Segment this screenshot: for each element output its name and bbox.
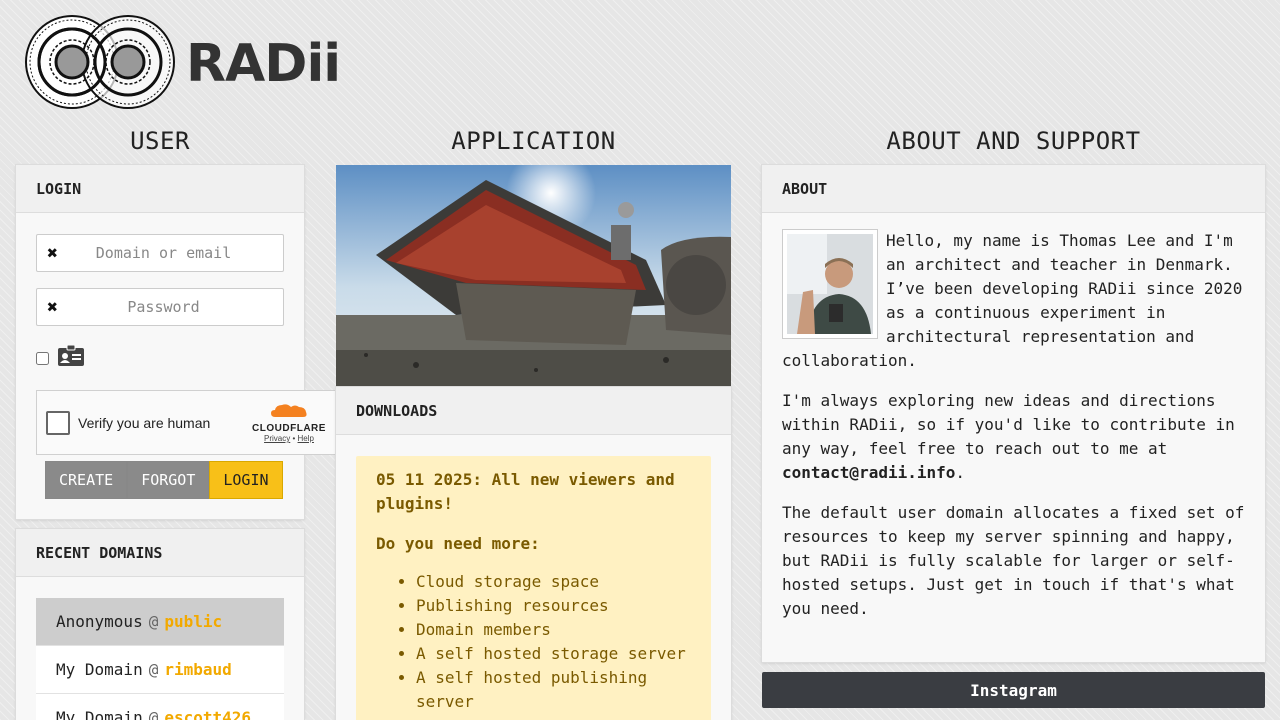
captcha-help-link[interactable]: Help — [298, 434, 314, 443]
domain-user: My Domain — [56, 708, 143, 720]
captcha-label: Verify you are human — [78, 414, 211, 431]
about-resources: The default user domain allocates a fixe… — [782, 503, 1245, 618]
radii-logo[interactable] — [24, 14, 176, 110]
captcha-privacy-link[interactable]: Privacy — [264, 434, 290, 443]
column-title-user: USER — [130, 127, 190, 155]
domain-name: escott426 — [164, 708, 252, 720]
downloads-header: DOWNLOADS — [336, 387, 731, 435]
recent-domains-panel: RECENT DOMAINS Anonymous @ public My Domai… — [16, 529, 304, 720]
list-item: Domain members — [416, 618, 691, 642]
domain-user: Anonymous — [56, 612, 143, 631]
list-item[interactable]: Anonymous @ public — [36, 598, 284, 646]
captcha-checkbox[interactable] — [46, 410, 70, 435]
cloudflare-name: CLOUDFLARE — [252, 423, 326, 434]
downloads-panel: DOWNLOADS 05 11 2025: All new viewers an… — [336, 387, 731, 720]
captcha-link-separator: • — [290, 434, 298, 443]
list-item: A self hosted publishing server — [416, 666, 691, 714]
recent-domains-header: RECENT DOMAINS — [16, 529, 304, 577]
about-header: ABOUT — [762, 165, 1265, 213]
domain-name: public — [164, 612, 223, 631]
contact-email-link[interactable]: contact@radii.info — [782, 463, 955, 482]
cloudflare-cloud-icon — [271, 404, 307, 417]
at-sign: @ — [148, 612, 159, 631]
id-card-row — [36, 344, 85, 371]
password-input[interactable] — [68, 298, 283, 316]
create-button[interactable]: CREATE — [45, 461, 128, 499]
application-hero-image[interactable] — [336, 165, 731, 387]
login-button-group: CREATE FORGOT LOGIN — [45, 461, 283, 499]
clear-icon[interactable]: ✖ — [37, 297, 68, 318]
notice-title: 05 11 2025: All new viewers and plugins! — [376, 470, 675, 513]
cloudflare-brand: CLOUDFLARE Privacy • Help — [249, 402, 329, 443]
login-button[interactable]: LOGIN — [209, 461, 283, 499]
instagram-button[interactable]: Instagram — [762, 672, 1265, 708]
about-contribute-end: . — [955, 463, 966, 482]
at-sign: @ — [148, 708, 159, 720]
feature-list: Cloud storage space Publishing resources… — [376, 570, 691, 714]
downloads-notice: 05 11 2025: All new viewers and plugins!… — [356, 456, 711, 720]
clear-icon[interactable]: ✖ — [37, 243, 68, 264]
domain-name: rimbaud — [164, 660, 232, 679]
about-panel: ABOUT Hello, my name is Thomas Lee and I… — [762, 165, 1265, 662]
list-item: A self hosted storage server — [416, 642, 691, 666]
avatar — [782, 229, 878, 339]
list-item[interactable]: My Domain @ rimbaud — [36, 646, 284, 694]
column-title-application: APPLICATION — [451, 127, 616, 155]
list-item: Cloud storage space — [416, 570, 691, 594]
about-contribute-text: I'm always exploring new ideas and direc… — [782, 391, 1235, 458]
captcha-widget: Verify you are human CLOUDFLARE Privacy … — [36, 390, 336, 455]
remember-checkbox[interactable] — [36, 351, 49, 365]
notice-subtitle: Do you need more: — [376, 534, 540, 553]
domain-input[interactable] — [68, 244, 283, 262]
forgot-button[interactable]: FORGOT — [127, 461, 210, 499]
brand-name[interactable]: RADii — [186, 34, 341, 94]
list-item: Publishing resources — [416, 594, 691, 618]
domain-user: My Domain — [56, 660, 143, 679]
about-contribute: I'm always exploring new ideas and direc… — [782, 389, 1245, 485]
login-header: LOGIN — [16, 165, 304, 213]
domain-field[interactable]: ✖ — [36, 234, 284, 272]
list-item[interactable]: My Domain @ escott426 — [36, 694, 284, 720]
column-title-about: ABOUT AND SUPPORT — [886, 127, 1141, 155]
login-panel: LOGIN ✖ ✖ Verify you are human C — [16, 165, 336, 519]
at-sign: @ — [148, 660, 159, 679]
password-field[interactable]: ✖ — [36, 288, 284, 326]
id-card-icon — [57, 344, 85, 371]
